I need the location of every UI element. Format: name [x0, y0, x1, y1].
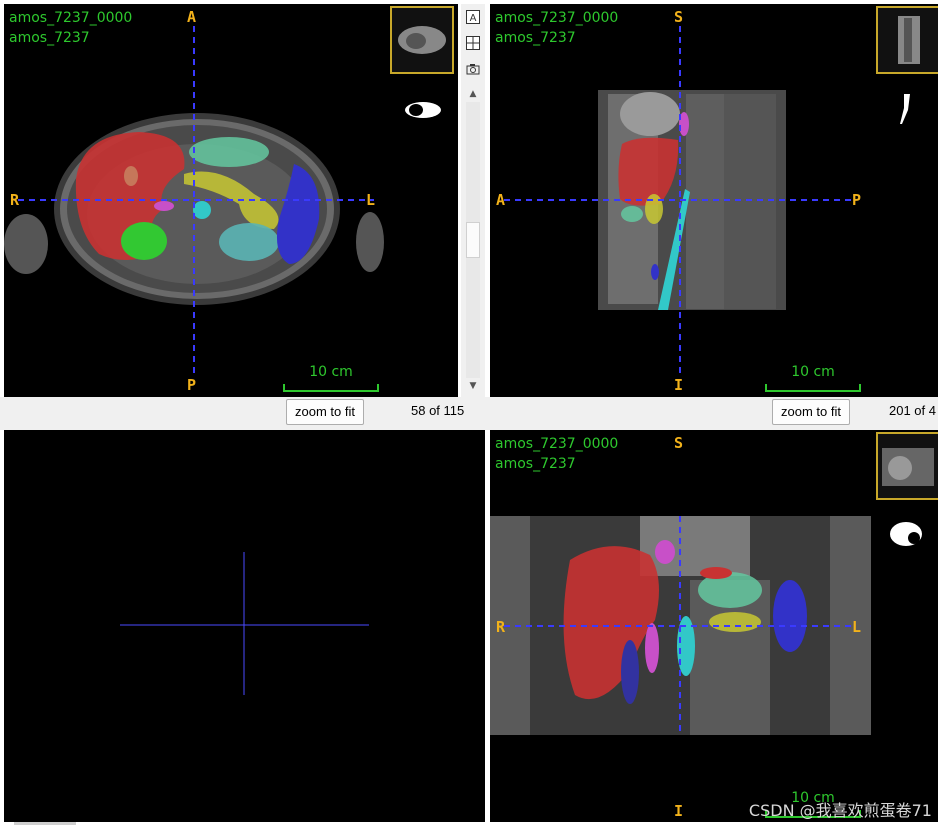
annotation-icon[interactable]: A: [464, 8, 482, 26]
segmentation-thumbnail: [900, 94, 910, 124]
orientation-right: L: [852, 618, 862, 636]
orientation-bottom: I: [674, 376, 684, 394]
slice-scrollbar-thumb[interactable]: [466, 222, 480, 258]
gallbladder-segment: [655, 540, 675, 564]
kidney-left-segment: [219, 223, 279, 261]
scale-bar: 10 cm: [283, 364, 379, 392]
axial-view[interactable]: amos_7237_0000 amos_7237 A P R L 10 cm: [4, 4, 458, 397]
orientation-left: R: [10, 191, 20, 209]
scale-bar-line: [765, 384, 861, 392]
orientation-left: A: [496, 191, 506, 209]
thumbnail-image: [398, 26, 446, 54]
overview-thumbnail[interactable]: [876, 432, 938, 500]
thumbnail-image: [898, 16, 920, 64]
duodenum-segment: [645, 623, 659, 673]
scroll-up-arrow[interactable]: ▲: [466, 88, 480, 100]
pancreas-segment: [645, 194, 663, 224]
sagittal-slice-counter: 201 of 4: [889, 403, 936, 418]
axial-slice-counter: 58 of 115: [411, 403, 465, 418]
segmentation-thumbnail: [405, 102, 441, 118]
segmentation-name-label: amos_7237: [9, 30, 90, 46]
3d-crosshair: [120, 552, 369, 695]
scale-bar-label: 10 cm: [309, 364, 353, 380]
view-status-bar: zoom to fit 58 of 115 zoom to fit 201 of…: [0, 397, 938, 430]
orientation-top: A: [187, 8, 197, 26]
kidney-segment: [621, 640, 639, 704]
segmentation-thumbnail: [890, 522, 922, 546]
sagittal-zoom-to-fit-button[interactable]: zoom to fit: [772, 399, 850, 425]
3d-view[interactable]: [4, 430, 485, 822]
orientation-left: R: [496, 618, 506, 636]
scale-bar-line: [283, 384, 379, 392]
spleen-segment: [773, 580, 807, 652]
overview-thumbnail[interactable]: [390, 6, 454, 74]
segmentation-name-label: amos_7237: [495, 456, 576, 472]
image-name-label: amos_7237_0000: [9, 10, 133, 26]
layout-icon[interactable]: [464, 34, 482, 52]
thumbnail-image: [882, 448, 934, 486]
stomach-segment: [189, 137, 269, 167]
orientation-right: L: [366, 191, 376, 209]
orientation-top: S: [674, 434, 684, 452]
svg-text:A: A: [470, 13, 477, 24]
pancreas-segment: [709, 612, 761, 632]
axial-zoom-to-fit-button[interactable]: zoom to fit: [286, 399, 364, 425]
scale-bar: 10 cm: [765, 364, 861, 392]
scale-bar-label: 10 cm: [791, 364, 835, 380]
spleen-segment: [651, 264, 659, 280]
gallbladder-segment: [154, 201, 174, 211]
aorta-segment: [193, 201, 211, 219]
sagittal-view[interactable]: amos_7237_0000 amos_7237 S I A P 10 cm: [490, 4, 938, 397]
slice-scrollbar[interactable]: [466, 102, 480, 378]
image-name-label: amos_7237_0000: [495, 10, 619, 26]
orientation-right: P: [852, 191, 862, 209]
camera-icon[interactable]: [464, 60, 482, 78]
orientation-bottom: I: [674, 802, 684, 820]
scroll-down-arrow[interactable]: ▼: [466, 380, 480, 392]
stomach-segment: [621, 206, 643, 222]
watermark: CSDN @我喜欢煎蛋卷71: [748, 801, 932, 820]
adrenal-segment: [700, 567, 732, 579]
segmentation-name-label: amos_7237: [495, 30, 576, 46]
coronal-image: [490, 516, 871, 735]
adrenal-segment: [124, 166, 138, 186]
sagittal-image: [504, 26, 854, 376]
kidney-right-segment: [121, 222, 167, 260]
orientation-bottom: P: [187, 376, 197, 394]
coronal-view[interactable]: amos_7237_0000 amos_7237 S I R L 10 cm: [490, 430, 938, 822]
overview-thumbnail[interactable]: [876, 6, 938, 74]
view-toolbar: A ▲ ▼: [461, 4, 485, 397]
image-name-label: amos_7237_0000: [495, 436, 619, 452]
orientation-top: S: [674, 8, 684, 26]
